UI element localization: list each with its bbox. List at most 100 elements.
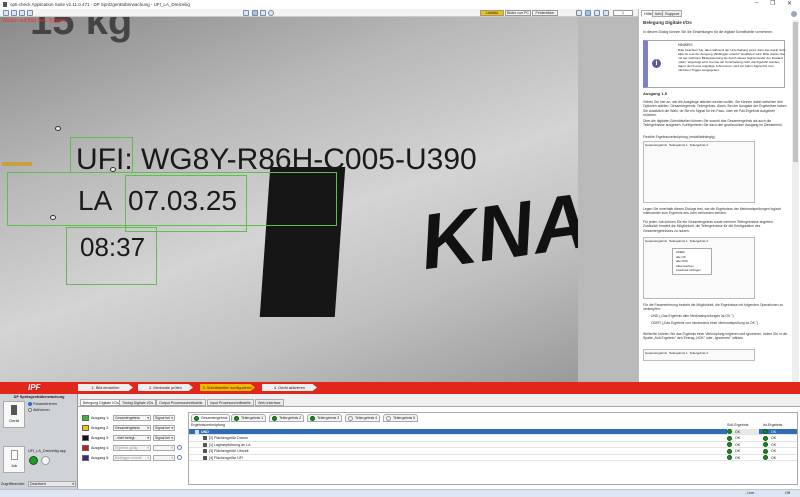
output-signal-dropdown[interactable]: Signal bei ▾ bbox=[153, 424, 175, 431]
target-result-dropdown[interactable]: OK bbox=[727, 442, 740, 447]
zoom-fit-icon[interactable] bbox=[19, 10, 25, 16]
ok-icon bbox=[727, 435, 732, 441]
pause-icon[interactable] bbox=[576, 10, 582, 16]
output-function-dropdown[interactable]: Ergebnis gültig ▾ bbox=[113, 444, 151, 451]
step-check-features[interactable]: 2. Merkmale prüfen bbox=[138, 384, 193, 391]
zoom-out-icon[interactable] bbox=[11, 10, 17, 16]
result-row[interactable]: [4] Flächengröße UFI OK OK bbox=[189, 455, 797, 461]
output-function-dropdown[interactable]: Gesamtergebnis ▾ bbox=[113, 414, 151, 421]
roi-marker-icon[interactable] bbox=[110, 167, 116, 172]
access-value: Deaktiviert bbox=[30, 482, 47, 486]
result-tab-label: Gesamtergebnis bbox=[201, 416, 228, 420]
output-label: Ausgang 5: bbox=[91, 455, 110, 460]
output-signal-dropdown[interactable]: ▾ bbox=[153, 444, 175, 451]
roi-box-ufi[interactable] bbox=[70, 137, 133, 173]
help-note: i HINWEIS Bitte beachten Sie, dass währe… bbox=[643, 40, 786, 88]
zoom-in-icon[interactable] bbox=[3, 10, 9, 16]
roi-box-date[interactable] bbox=[125, 175, 247, 232]
tab-input-process[interactable]: Input Prozessschnittstelle bbox=[207, 399, 254, 406]
camera-image[interactable]: 15 kg KNAU UFI: WG8Y-R86H-C005-U390 LA 0… bbox=[0, 17, 578, 382]
io-config-panel: Ausgang 1: Gesamtergebnis ▾ Signal bei ▾ A… bbox=[78, 406, 800, 489]
scroll-thumb[interactable] bbox=[793, 22, 798, 162]
error-images-button[interactable]: Fehlerbilder bbox=[532, 10, 558, 16]
overlay-icon[interactable] bbox=[243, 10, 249, 16]
access-dropdown[interactable]: Deaktiviert ▾ bbox=[28, 481, 76, 487]
result-tab[interactable]: Gesamtergebnis bbox=[191, 414, 231, 422]
previous-icon[interactable] bbox=[594, 10, 600, 16]
pc-images-button[interactable]: Bilder von PC bbox=[505, 10, 531, 16]
result-row[interactable]: [3] Flächengröße Uhrzeit OK OK bbox=[189, 448, 797, 455]
radio-label: Parametrieren bbox=[33, 402, 58, 406]
next-icon[interactable] bbox=[603, 10, 609, 16]
radio-parametrize[interactable]: Parametrieren bbox=[28, 402, 57, 406]
result-tab[interactable]: Teilergebnis 1 bbox=[231, 414, 267, 422]
camera-status: Warten auf Bild (ext. Trigger)... bbox=[2, 18, 70, 24]
info-icon[interactable] bbox=[177, 445, 182, 450]
help-scrollbar[interactable] bbox=[792, 20, 799, 382]
position-anchor-icon[interactable] bbox=[2, 162, 32, 166]
close-button[interactable]: ✕ bbox=[787, 0, 792, 7]
tab-timing-io[interactable]: Timing Digitale I/Os bbox=[119, 399, 157, 406]
result-row[interactable]: [2] Flächengröße Datum OK OK bbox=[189, 435, 797, 442]
shot-tab: Gesamtergebnis bbox=[645, 351, 668, 355]
live-image-button[interactable]: Livebild bbox=[480, 10, 504, 16]
step-image-setup[interactable]: 1. Bild einstellen bbox=[78, 384, 133, 391]
output-signal-value: Signal bei bbox=[155, 415, 170, 420]
roi-box-time[interactable] bbox=[66, 227, 157, 285]
help-intro: In diesem Dialog können Sie die Einstell… bbox=[643, 30, 774, 34]
output-color-swatch bbox=[82, 434, 89, 441]
result-tab[interactable]: Teilergebnis 4 bbox=[345, 414, 381, 422]
roi-marker-icon[interactable] bbox=[55, 126, 61, 131]
active-status-icon bbox=[234, 415, 239, 421]
radio-activate[interactable]: Aktivieren bbox=[28, 408, 50, 412]
lock-icon[interactable] bbox=[260, 10, 266, 16]
feature-icon bbox=[203, 442, 207, 447]
result-tab[interactable]: Teilergebnis 2 bbox=[269, 414, 305, 422]
minimize-button[interactable]: – bbox=[755, 0, 758, 6]
result-tab[interactable]: Teilergebnis 3 bbox=[307, 414, 343, 422]
info-icon[interactable] bbox=[177, 455, 182, 460]
help-screenshot: Gesamtergebnis Teilergebnis 1 Teilergebnis… bbox=[643, 349, 755, 361]
result-row[interactable]: UND OK OK bbox=[189, 429, 797, 435]
output-function-dropdown[interactable]: Gesamtergebnis ▾ bbox=[113, 424, 151, 431]
status-mode: - Live - bbox=[745, 491, 757, 495]
frame-counter[interactable]: 1 bbox=[613, 10, 633, 16]
actual-value: OK bbox=[771, 442, 777, 447]
display-icon[interactable] bbox=[252, 10, 258, 16]
output-signal-dropdown[interactable]: Signal bei ▾ bbox=[153, 434, 175, 441]
target-result-dropdown[interactable]: OK bbox=[727, 435, 740, 441]
roi-marker-icon[interactable] bbox=[50, 215, 56, 220]
device-button[interactable]: Gerät bbox=[3, 401, 25, 428]
maximize-button[interactable]: ❐ bbox=[770, 0, 775, 7]
actual-result: OK bbox=[763, 455, 776, 460]
help-section-logic: Flexible Ergebnisverknüpfung (modellabhä… bbox=[643, 135, 715, 139]
zoom-reset-icon[interactable] bbox=[27, 10, 33, 16]
result-tab-label: Teilergebnis 1 bbox=[241, 416, 264, 420]
tab-output-process[interactable]: Output Prozessschnittstelle bbox=[156, 399, 206, 406]
output-function-dropdown[interactable]: Bildtrigger erlaubt ▾ bbox=[113, 454, 151, 461]
play-icon[interactable] bbox=[585, 10, 591, 16]
app-icon bbox=[3, 2, 7, 7]
output-signal-dropdown[interactable]: Signal bei ▾ bbox=[153, 414, 175, 421]
tab-digital-io[interactable]: Belegung Digitale I/Os bbox=[80, 399, 122, 406]
collapse-icon[interactable] bbox=[791, 11, 797, 17]
output-signal-dropdown[interactable]: ▾ bbox=[153, 454, 175, 461]
result-row[interactable]: [1] Lageanpführung an LA OK OK bbox=[189, 442, 797, 448]
step-configure-interfaces[interactable]: 3. Schnittstellen konfigurieren bbox=[200, 384, 255, 391]
output-function-dropdown[interactable]: - nicht belegt - ▾ bbox=[113, 434, 151, 441]
tab-support[interactable]: Support bbox=[662, 10, 683, 17]
logic-and-icon bbox=[195, 429, 199, 434]
settings-icon[interactable] bbox=[268, 10, 274, 16]
job-button[interactable]: Job bbox=[3, 446, 25, 473]
tab-web-interface[interactable]: Web-Interface bbox=[255, 399, 284, 406]
output-function-value: Ergebnis gültig bbox=[115, 445, 138, 450]
load-job-icon[interactable] bbox=[41, 456, 50, 465]
target-result-dropdown[interactable]: OK bbox=[727, 429, 759, 434]
target-result-dropdown[interactable]: OK bbox=[727, 455, 740, 460]
target-result-dropdown[interactable]: OK bbox=[727, 448, 740, 454]
result-tab[interactable]: Teilergebnis 5 bbox=[383, 414, 419, 422]
save-job-icon[interactable] bbox=[29, 456, 38, 465]
step-activate-device[interactable]: 4. Gerät aktivieren bbox=[262, 384, 317, 391]
shot-tab: Teilergebnis 2 bbox=[689, 239, 709, 243]
result-tab-label: Teilergebnis 3 bbox=[317, 416, 340, 420]
